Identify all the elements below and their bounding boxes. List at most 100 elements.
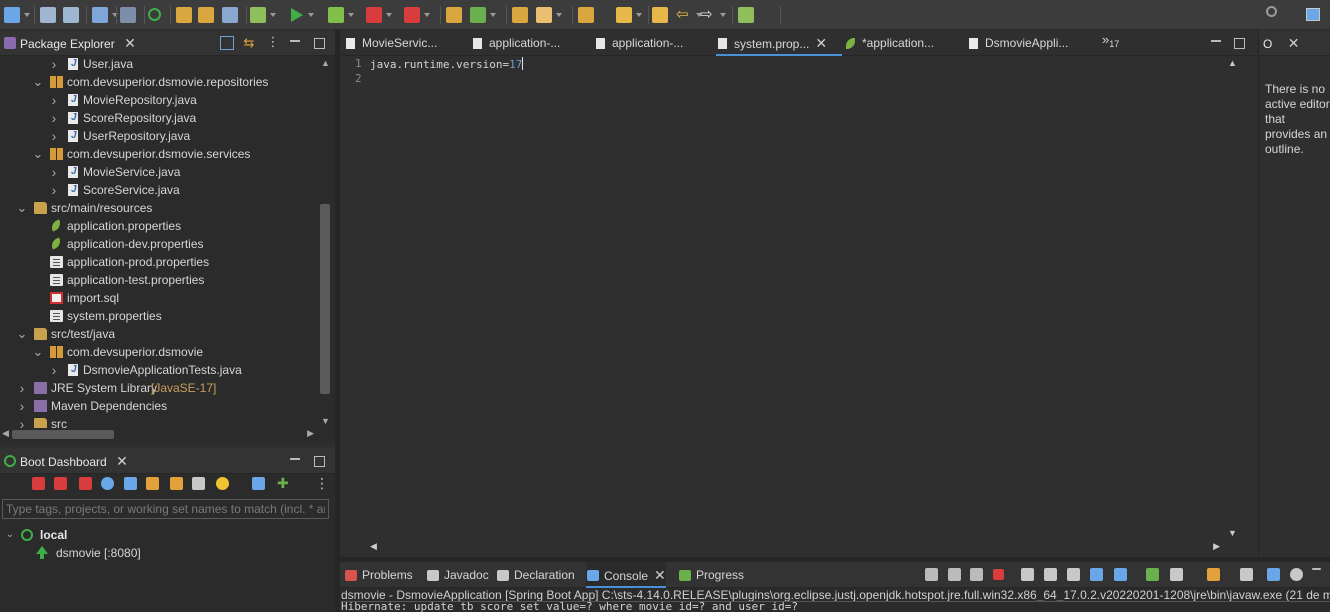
chevron-right-icon[interactable]: › — [16, 397, 28, 415]
dropdown-caret-icon[interactable] — [556, 13, 562, 17]
tree-item[interactable]: › User.java — [0, 56, 316, 73]
tab-boot-dashboard[interactable]: Boot Dashboard ✕ — [2, 448, 128, 474]
scroll-right-icon[interactable]: ▶ — [1213, 541, 1220, 552]
annotation-icon[interactable] — [578, 7, 594, 23]
maximize-icon[interactable] — [312, 36, 326, 50]
tab-console[interactable]: Console ✕ — [586, 562, 666, 588]
idea-icon[interactable] — [216, 477, 229, 490]
chevron-down-icon[interactable]: ⌄ — [32, 73, 44, 91]
sync-icon[interactable] — [925, 568, 938, 581]
collapse-all-icon[interactable] — [220, 36, 234, 50]
search-icon[interactable] — [536, 7, 552, 23]
expand-toggle-icon[interactable]: ⌄ — [4, 526, 16, 544]
console-icon[interactable] — [124, 477, 137, 490]
tab-declaration[interactable]: Declaration — [496, 562, 575, 588]
stop-icon[interactable] — [366, 7, 382, 23]
chevron-right-icon[interactable]: › — [16, 379, 28, 397]
terminate-icon[interactable] — [993, 569, 1004, 580]
show-on-error-icon[interactable] — [1114, 568, 1127, 581]
open-task-icon[interactable] — [512, 7, 528, 23]
boot-icon[interactable] — [148, 8, 161, 21]
dropdown-caret-icon[interactable] — [24, 13, 30, 17]
boot-app-dsmovie[interactable]: dsmovie [:8080] — [0, 544, 330, 562]
close-icon[interactable]: ✕ — [815, 30, 827, 56]
tab-progress[interactable]: Progress — [678, 562, 744, 588]
scroll-down-icon[interactable]: ▼ — [321, 416, 330, 426]
show-on-output-icon[interactable] — [1090, 568, 1103, 581]
tab-javadoc[interactable]: Javadoc — [426, 562, 489, 588]
filter-icon[interactable] — [252, 477, 265, 490]
editor-tab[interactable]: application-... — [471, 30, 587, 56]
maximize-icon[interactable] — [1232, 36, 1246, 50]
tree-item[interactable]: › ScoreRepository.java — [0, 109, 316, 127]
chevron-right-icon[interactable]: › — [16, 415, 28, 428]
start-icon[interactable] — [32, 477, 45, 490]
maximize-icon[interactable] — [312, 454, 326, 468]
chevron-right-icon[interactable]: › — [48, 56, 60, 73]
tree-item[interactable]: › MovieService.java — [0, 163, 316, 181]
edit-icon[interactable] — [170, 477, 183, 490]
dropdown-caret-icon[interactable] — [270, 13, 276, 17]
remove-launch-icon[interactable] — [948, 568, 961, 581]
chevron-right-icon[interactable]: › — [48, 163, 60, 181]
back-icon[interactable]: ⇦ — [676, 7, 692, 23]
editor-tab[interactable]: application-... — [594, 30, 708, 56]
chevron-right-icon[interactable]: › — [48, 91, 60, 109]
tree-item[interactable]: application-prod.properties — [0, 253, 316, 271]
scroll-lock-icon[interactable] — [1044, 568, 1057, 581]
word-wrap-icon[interactable] — [1067, 568, 1080, 581]
link-with-editor-icon[interactable]: ⇆ — [242, 36, 256, 50]
remove-all-icon[interactable] — [970, 568, 983, 581]
open-console-icon[interactable] — [92, 7, 108, 23]
open-perspective-icon[interactable] — [1306, 8, 1320, 21]
package-explorer-vertical-scrollbar[interactable]: ▲ ▼ — [318, 56, 332, 428]
tab-problems[interactable]: Problems — [344, 562, 413, 588]
minimize-icon[interactable] — [1209, 36, 1223, 50]
skip-breakpoints-icon[interactable] — [120, 7, 136, 23]
chevron-down-icon[interactable]: ⌄ — [32, 145, 44, 163]
dropdown-caret-icon[interactable] — [636, 13, 642, 17]
relaunch-icon[interactable] — [404, 7, 420, 23]
prev-edit-icon[interactable] — [616, 7, 632, 23]
close-icon[interactable]: ✕ — [1288, 30, 1300, 56]
dropdown-caret-icon[interactable] — [308, 13, 314, 17]
highlight-icon[interactable] — [1267, 568, 1280, 581]
tree-item[interactable]: system.properties — [0, 307, 316, 325]
tree-item[interactable]: ⌄ com.devsuperior.dsmovie.repositories — [0, 73, 316, 91]
tree-item[interactable]: › JRE System Library [JavaSE-17] — [0, 379, 316, 397]
tree-item[interactable]: › DsmovieApplicationTests.java — [0, 361, 316, 379]
debug-icon[interactable] — [250, 7, 266, 23]
tab-overflow-button[interactable]: »17 — [1102, 32, 1119, 49]
tab-outline[interactable]: O ✕ — [1245, 30, 1299, 56]
scrollbar-thumb[interactable] — [320, 204, 330, 394]
close-icon[interactable]: ✕ — [124, 30, 136, 56]
tree-item[interactable]: application-dev.properties — [0, 235, 316, 253]
scroll-left-icon[interactable]: ◀ — [2, 428, 9, 439]
properties-icon[interactable] — [192, 477, 205, 490]
pin-console-icon[interactable] — [1146, 568, 1159, 581]
tree-item[interactable]: › UserRepository.java — [0, 127, 316, 145]
settings-icon[interactable] — [1290, 568, 1303, 581]
chevron-down-icon[interactable]: ⌄ — [32, 343, 44, 361]
new-class-icon[interactable] — [222, 7, 238, 23]
chevron-down-icon[interactable]: ⌄ — [16, 199, 28, 217]
clear-console-icon[interactable] — [1021, 568, 1034, 581]
editor-tab-active[interactable]: system.prop... ✕ — [716, 30, 842, 56]
tree-item[interactable]: ⌄ src/main/resources — [0, 199, 316, 217]
editor-tab[interactable]: MovieServic... — [344, 30, 464, 56]
tree-item[interactable]: › src — [0, 415, 316, 428]
open-type-icon[interactable] — [446, 7, 462, 23]
tree-item[interactable]: import.sql — [0, 289, 316, 307]
view-menu-icon[interactable]: ⋮ — [315, 476, 329, 490]
editor-text-area[interactable]: 1 java.runtime.version=17 2 — [340, 56, 1225, 540]
scroll-left-icon[interactable]: ◀ — [370, 541, 377, 552]
link-icon[interactable] — [146, 477, 159, 490]
close-icon[interactable]: ✕ — [654, 562, 666, 588]
next-edit-icon[interactable] — [652, 7, 668, 23]
minimize-icon[interactable] — [1312, 568, 1321, 570]
scroll-up-icon[interactable]: ▲ — [321, 58, 330, 68]
tab-package-explorer[interactable]: Package Explorer ✕ — [2, 30, 136, 56]
boot-filter-input[interactable] — [2, 499, 329, 519]
scroll-down-icon[interactable]: ▼ — [1228, 528, 1237, 538]
scroll-up-icon[interactable]: ▲ — [1228, 58, 1237, 68]
